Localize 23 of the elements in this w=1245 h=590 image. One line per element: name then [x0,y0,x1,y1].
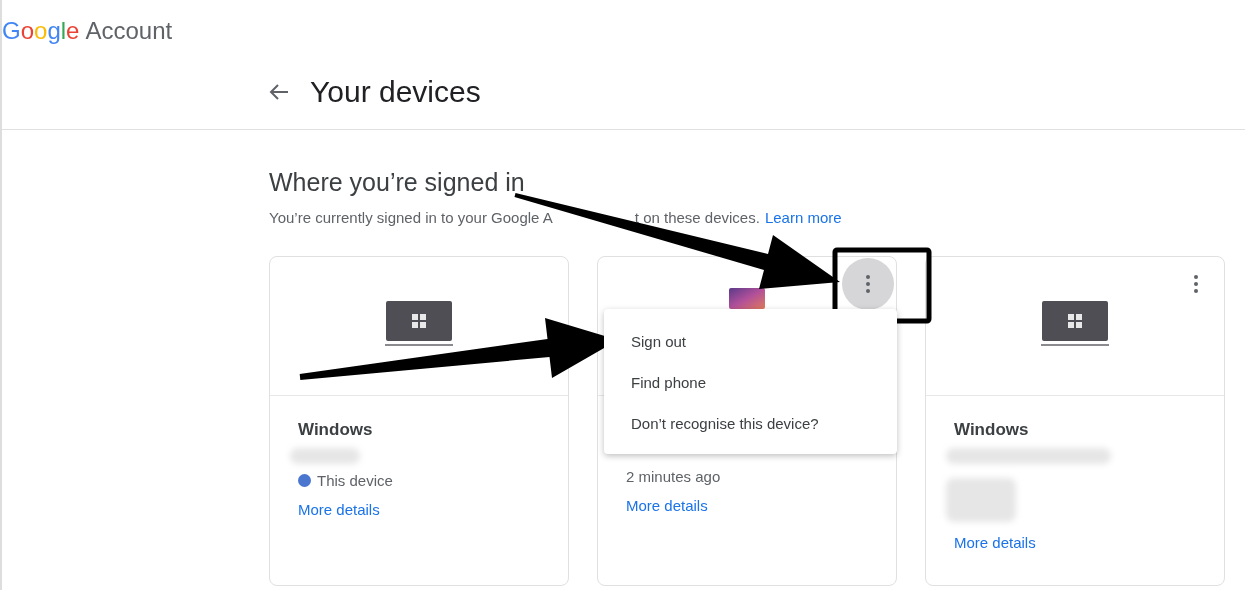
device-status: This device [317,472,393,489]
menu-item[interactable]: Don’t recognise this device? [604,403,897,444]
more-options-icon [865,274,871,294]
product-name: Account [85,17,173,45]
more-options-icon [1193,274,1199,294]
device-name: Windows [954,420,1030,440]
section-heading: Where you’re signed in [269,168,526,197]
more-details-link[interactable]: More details [626,497,868,514]
menu-item[interactable]: Find phone [604,362,897,403]
logo[interactable]: Google [2,17,80,45]
menu-item[interactable]: Sign out [604,321,897,362]
section-description: You’re currently signed in to your Google A [269,209,553,226]
section-description: t on these devices. [634,209,760,226]
device-name: Windows [298,420,374,440]
laptop-icon [1041,301,1109,347]
learn-more-link[interactable]: Learn more [764,209,842,226]
page-title: Your devices [310,75,481,109]
more-details-link[interactable]: More details [954,534,1196,551]
more-options-button[interactable] [842,258,894,310]
laptop-icon [385,301,453,347]
device-status: 2 minutes ago [626,468,721,485]
phone-icon [729,287,765,309]
more-details-link[interactable]: More details [298,501,540,518]
